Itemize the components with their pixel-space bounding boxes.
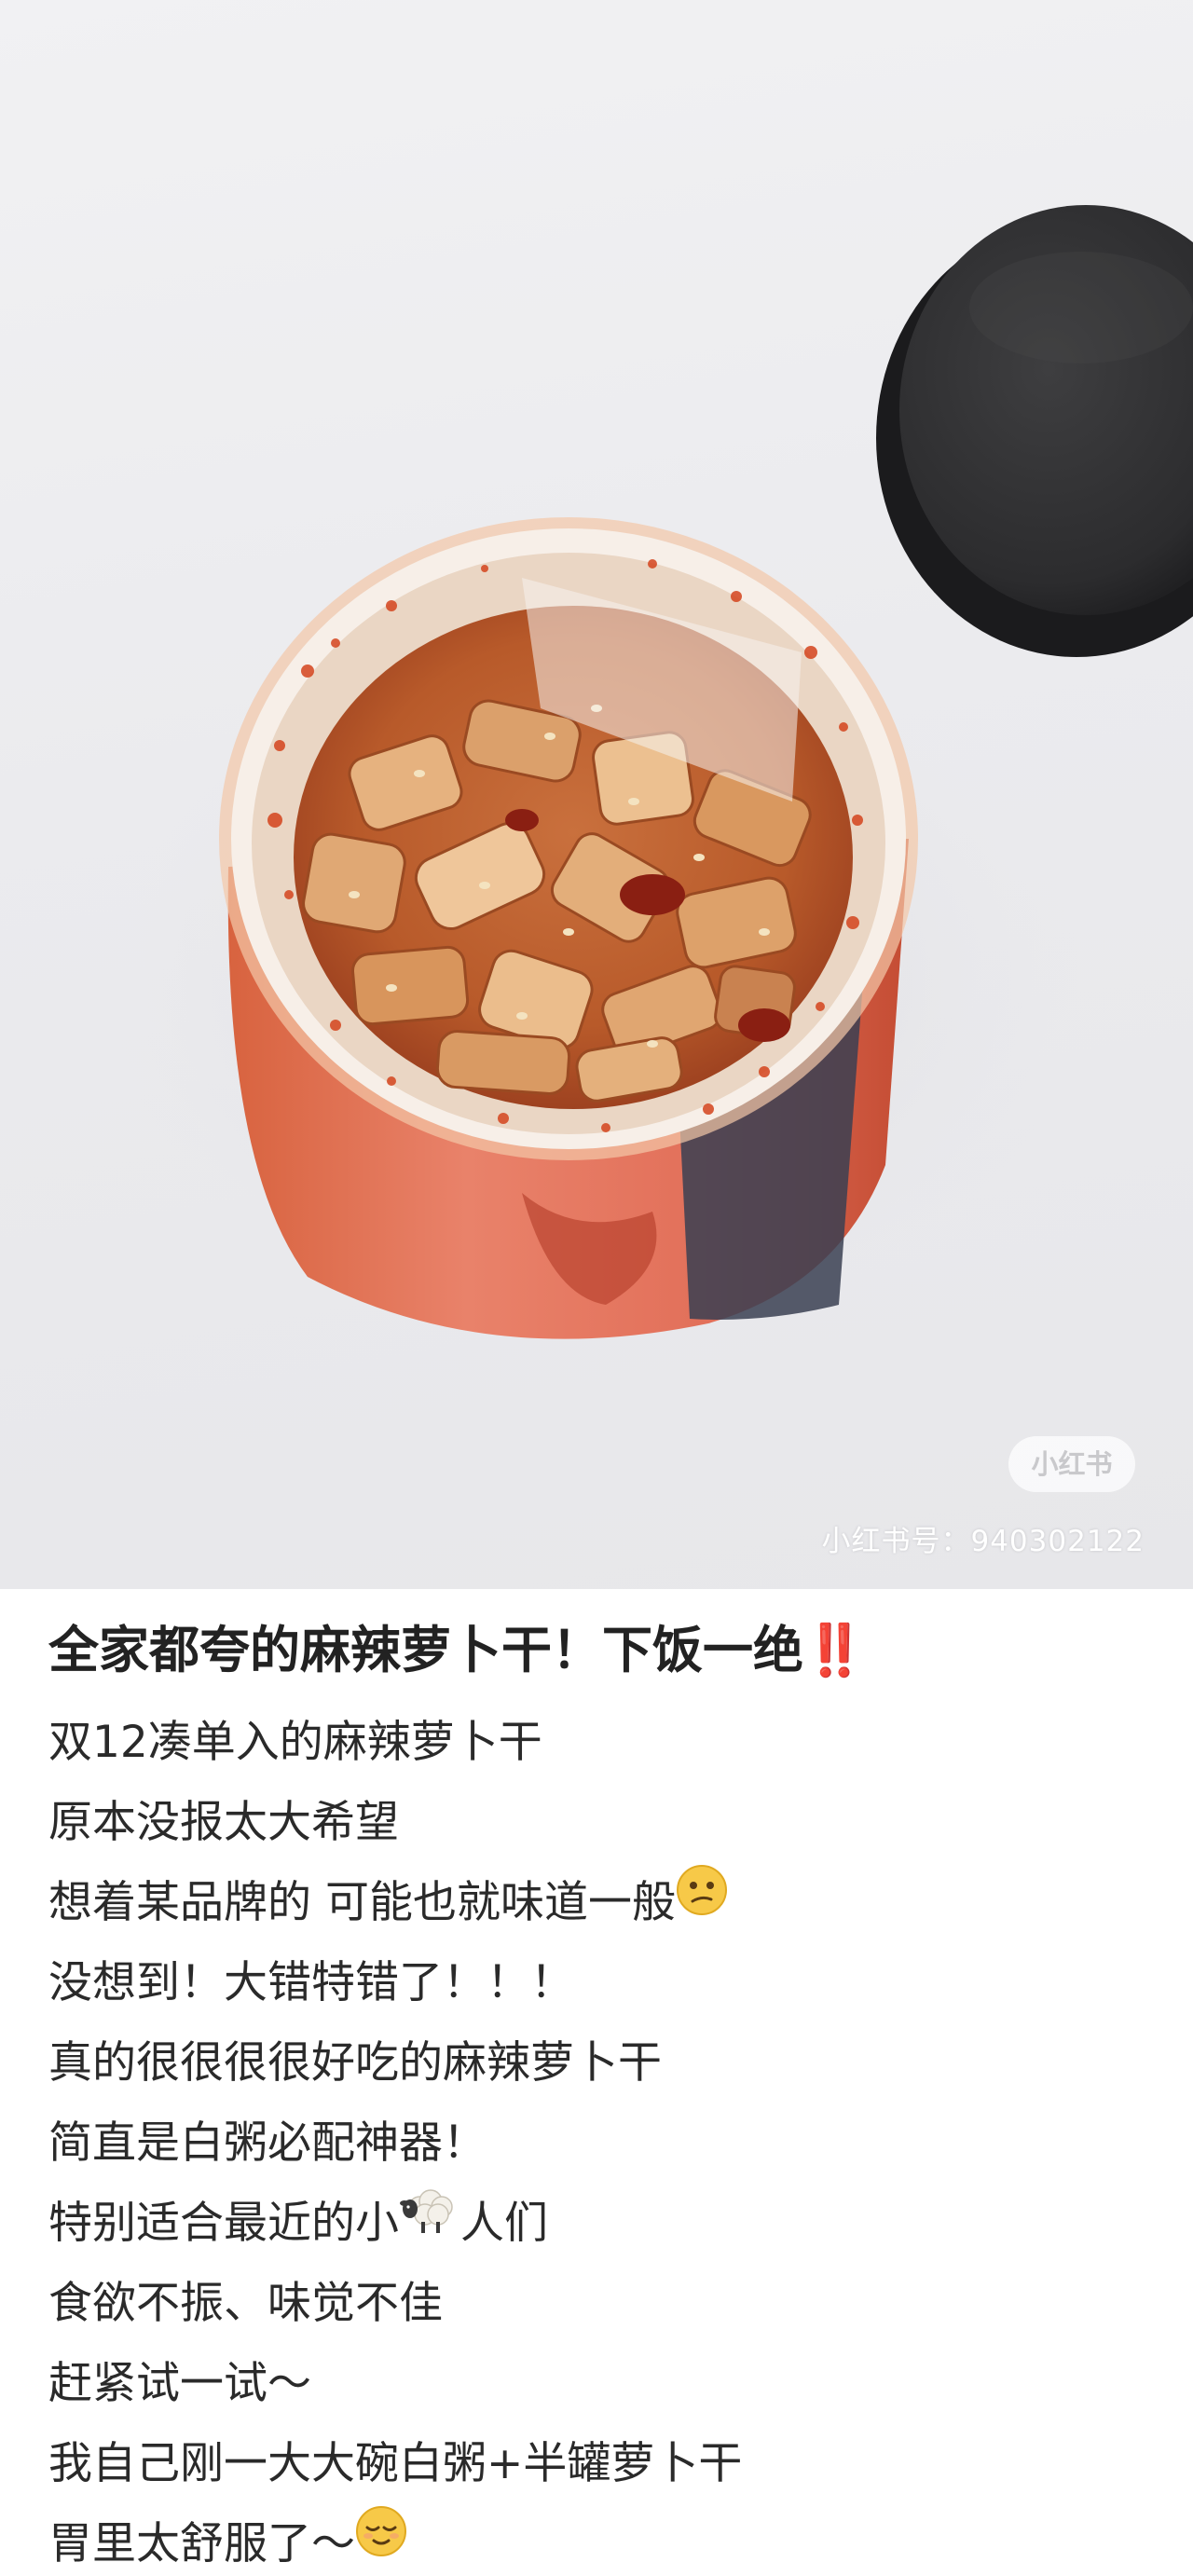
post-title-text: 全家都夸的麻辣萝卜干！下饭一绝 bbox=[48, 1621, 803, 1679]
body-line: 双12凑单入的麻辣萝卜干 bbox=[48, 1703, 1158, 1783]
note-page: 小红书 小红书号：940302122 全家都夸的麻辣萝卜干！下饭一绝‼️ 双12… bbox=[0, 0, 1193, 2576]
pickled-radish-jar-illustration bbox=[112, 205, 1193, 1339]
post-title: 全家都夸的麻辣萝卜干！下饭一绝‼️ bbox=[48, 1589, 1158, 1693]
body-line: 原本没报太大希望 bbox=[48, 1783, 1158, 1863]
xiaohongshu-watermark-logo: 小红书 bbox=[1008, 1436, 1135, 1492]
body-line-text: 简直是白粥必配神器！ bbox=[48, 2117, 487, 2169]
body-line-text: 赶紧试一试～ bbox=[48, 2358, 311, 2409]
body-line: 胃里太舒服了～ bbox=[48, 2504, 1158, 2576]
body-line-text: 特别适合最近的小 bbox=[48, 2198, 399, 2249]
body-line-text: 食欲不振、味觉不佳 bbox=[48, 2278, 443, 2329]
sheep-icon bbox=[399, 2183, 460, 2263]
relieved-face-icon bbox=[355, 2503, 407, 2576]
body-line: 我自己刚一大大碗白粥+半罐萝卜干 bbox=[48, 2424, 1158, 2504]
body-line: 真的很很很很好吃的麻辣萝卜干 bbox=[48, 2023, 1158, 2103]
post-content: 全家都夸的麻辣萝卜干！下饭一绝‼️ 双12凑单入的麻辣萝卜干 原本没报太大希望 … bbox=[48, 1589, 1158, 2576]
post-body: 双12凑单入的麻辣萝卜干 原本没报太大希望 想着某品牌的 可能也就味道一般 没想… bbox=[48, 1703, 1158, 2576]
body-line-text: 双12凑单入的麻辣萝卜干 bbox=[48, 1717, 542, 1768]
body-line-text: 没想到！大错特错了！！！ bbox=[48, 1957, 574, 2008]
confused-face-icon bbox=[676, 1862, 728, 1942]
body-line-text: 胃里太舒服了～ bbox=[48, 2518, 355, 2569]
body-line-text: 原本没报太大希望 bbox=[48, 1797, 399, 1848]
body-line: 没想到！大错特错了！！！ bbox=[48, 1943, 1158, 2023]
body-line-text: 想着某品牌的 可能也就味道一般 bbox=[48, 1877, 676, 1928]
double-exclamation-icon: ‼️ bbox=[803, 1621, 867, 1679]
body-line: 食欲不振、味觉不佳 bbox=[48, 2264, 1158, 2344]
body-line-text: 真的很很很很好吃的麻辣萝卜干 bbox=[48, 2037, 662, 2089]
body-line-text: 我自己刚一大大碗白粥+半罐萝卜干 bbox=[48, 2438, 743, 2489]
body-line: 赶紧试一试～ bbox=[48, 2344, 1158, 2424]
body-line: 简直是白粥必配神器！ bbox=[48, 2103, 1158, 2184]
xiaohongshu-id-watermark: 小红书号：940302122 bbox=[821, 1525, 1145, 1558]
post-photo[interactable]: 小红书 小红书号：940302122 bbox=[0, 0, 1193, 1589]
body-line-text-after: 人们 bbox=[460, 2198, 548, 2249]
body-line: 特别适合最近的小 人们 bbox=[48, 2184, 1158, 2264]
body-line: 想着某品牌的 可能也就味道一般 bbox=[48, 1863, 1158, 1943]
